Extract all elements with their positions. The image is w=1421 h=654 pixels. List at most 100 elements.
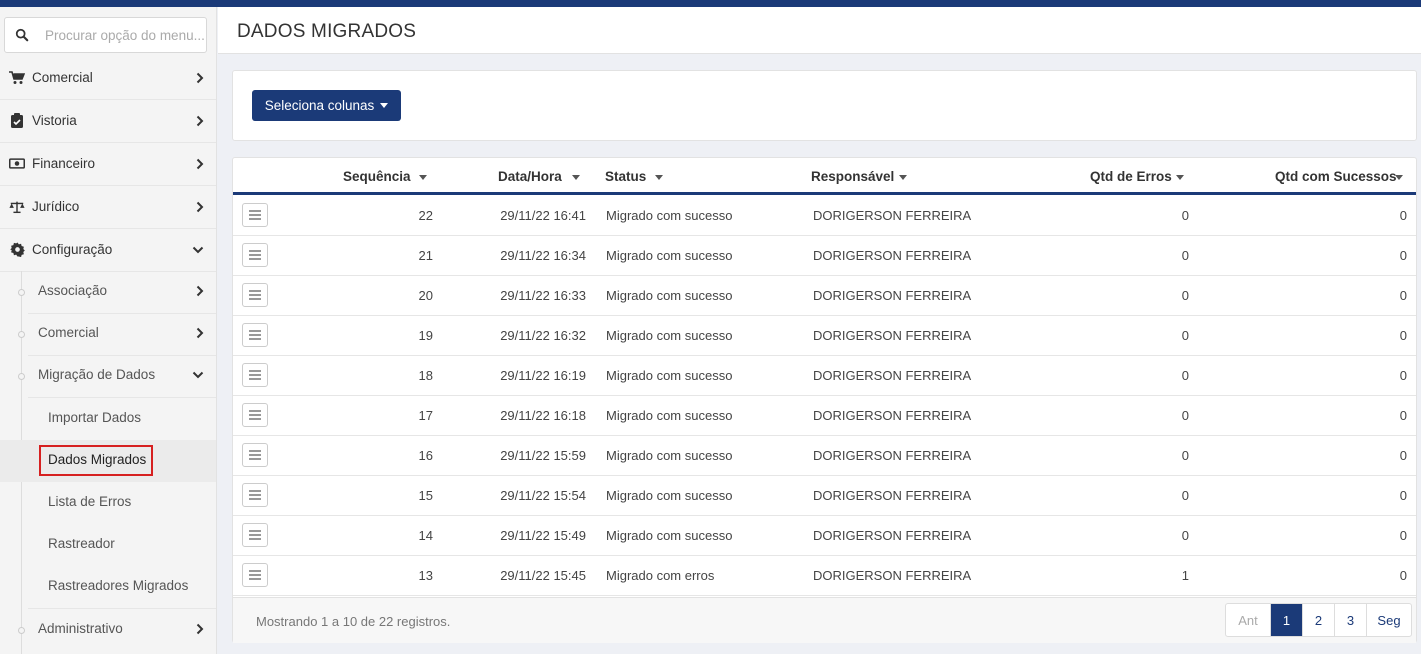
sidebar-item-label: Dados Migrados xyxy=(48,452,147,467)
cell-erros: 1 xyxy=(1181,568,1189,583)
column-header-sequencia[interactable]: Sequência xyxy=(343,169,411,184)
sidebar-item-label: Rastreador xyxy=(48,536,115,551)
pager-prev[interactable]: Ant xyxy=(1226,604,1270,636)
sidebar-item-label: Associação xyxy=(38,283,108,298)
sort-icon[interactable] xyxy=(1395,175,1403,180)
table-row: 13 29/11/22 15:45 Migrado com erros DORIGER… xyxy=(233,556,1416,596)
cell-datahora: 29/11/22 16:33 xyxy=(500,288,586,303)
sidebar-item-label: Vistoria xyxy=(32,113,77,128)
cell-responsavel: DORIGERSON FERREIRA xyxy=(813,488,972,503)
select-columns-button[interactable]: Seleciona colunas xyxy=(252,90,401,121)
cell-responsavel: DORIGERSON FERREIRA xyxy=(813,528,972,543)
cell-status: Migrado com sucesso xyxy=(606,248,733,263)
cell-datahora: 29/11/22 15:49 xyxy=(500,528,586,543)
sort-icon[interactable] xyxy=(655,175,663,180)
cell-sequencia: 14 xyxy=(418,528,433,543)
sidebar-item-label: Lista de Erros xyxy=(48,494,132,509)
cell-sequencia: 18 xyxy=(418,368,433,383)
sidebar-item-label: Comercial xyxy=(32,70,93,85)
row-menu-button[interactable] xyxy=(242,403,268,427)
tree-dot xyxy=(18,289,25,296)
cell-erros: 0 xyxy=(1181,368,1189,383)
page-title: DADOS MIGRADOS xyxy=(237,21,417,42)
row-menu-button[interactable] xyxy=(242,283,268,307)
chevron-right-icon xyxy=(196,285,204,297)
cell-sequencia: 22 xyxy=(418,208,433,223)
cell-responsavel: DORIGERSON FERREIRA xyxy=(813,568,972,583)
row-menu-button[interactable] xyxy=(242,203,268,227)
sidebar-item-configuracao[interactable]: Configuração xyxy=(0,228,216,271)
sidebar-item-comercial[interactable]: Comercial xyxy=(0,56,216,99)
pagination: Ant 1 2 3 Seg xyxy=(1225,603,1412,637)
cell-datahora: 29/11/22 16:18 xyxy=(500,408,586,423)
sidebar-item-financeiro[interactable]: Financeiro xyxy=(0,142,216,185)
cell-sequencia: 13 xyxy=(418,568,433,583)
row-menu-button[interactable] xyxy=(242,443,268,467)
tree-dot xyxy=(18,373,25,380)
sidebar-subitem-rastreador[interactable]: Rastreador xyxy=(0,524,216,566)
cell-datahora: 29/11/22 16:19 xyxy=(500,368,586,383)
search-input[interactable]: Procurar opção do menu... xyxy=(45,28,205,43)
cell-erros: 0 xyxy=(1181,248,1189,263)
row-menu-button[interactable] xyxy=(242,483,268,507)
toolbar-card: Seleciona colunas xyxy=(232,70,1417,141)
column-header-responsavel[interactable]: Responsável xyxy=(811,169,894,184)
sidebar-subitem-rastreadores-migrados[interactable]: Rastreadores Migrados xyxy=(0,566,216,608)
row-menu-button[interactable] xyxy=(242,363,268,387)
cell-status: Migrado com sucesso xyxy=(606,488,733,503)
row-menu-button[interactable] xyxy=(242,323,268,347)
cell-datahora: 29/11/22 16:34 xyxy=(500,248,586,263)
sort-icon[interactable] xyxy=(899,175,907,180)
chevron-right-icon xyxy=(196,72,204,83)
cell-datahora: 29/11/22 16:32 xyxy=(500,328,586,343)
pager-page-1[interactable]: 1 xyxy=(1270,604,1302,636)
sidebar-item-juridico[interactable]: Jurídico xyxy=(0,185,216,228)
row-menu-button[interactable] xyxy=(242,523,268,547)
sort-icon[interactable] xyxy=(572,175,580,180)
cell-status: Migrado com sucesso xyxy=(606,408,733,423)
sort-icon[interactable] xyxy=(1176,175,1184,180)
sort-icon[interactable] xyxy=(419,175,427,180)
row-menu-button[interactable] xyxy=(242,563,268,587)
pager-page-3[interactable]: 3 xyxy=(1334,604,1366,636)
sidebar-item-label: Comercial xyxy=(38,325,99,340)
sidebar-item-vistoria[interactable]: Vistoria xyxy=(0,99,216,142)
column-header-status[interactable]: Status xyxy=(605,169,646,184)
cell-erros: 0 xyxy=(1181,408,1189,423)
cell-sucessos: 0 xyxy=(1399,568,1407,583)
chevron-down-icon xyxy=(192,246,204,253)
top-accent-bar xyxy=(0,0,1421,7)
cart-icon xyxy=(9,70,25,86)
cell-responsavel: DORIGERSON FERREIRA xyxy=(813,208,972,223)
column-header-erros[interactable]: Qtd de Erros xyxy=(1090,169,1172,184)
cell-erros: 0 xyxy=(1181,488,1189,503)
cell-sucessos: 0 xyxy=(1399,448,1407,463)
cell-responsavel: DORIGERSON FERREIRA xyxy=(813,448,972,463)
gear-icon xyxy=(9,242,25,258)
cell-sucessos: 0 xyxy=(1399,328,1407,343)
cell-status: Migrado com sucesso xyxy=(606,328,733,343)
cell-erros: 0 xyxy=(1181,328,1189,343)
sidebar-subitem-administrativo[interactable]: Administrativo xyxy=(0,609,216,651)
row-menu-button[interactable] xyxy=(242,243,268,267)
column-header-datahora[interactable]: Data/Hora xyxy=(498,169,562,184)
sidebar-subitem-migracao[interactable]: Migração de Dados xyxy=(0,355,216,397)
pager-page-2[interactable]: 2 xyxy=(1302,604,1334,636)
select-columns-label: Seleciona colunas xyxy=(264,98,375,113)
cell-sequencia: 20 xyxy=(418,288,433,303)
sidebar-item-label: Importar Dados xyxy=(48,410,142,425)
pager-next[interactable]: Seg xyxy=(1366,604,1411,636)
cell-erros: 0 xyxy=(1181,208,1189,223)
sidebar-subitem-lista-erros[interactable]: Lista de Erros xyxy=(0,482,216,524)
cell-sucessos: 0 xyxy=(1399,528,1407,543)
sidebar-subitem-dados-migrados[interactable]: Dados Migrados xyxy=(0,440,216,482)
column-header-sucessos[interactable]: Qtd com Sucessos xyxy=(1275,169,1397,184)
chevron-down-icon xyxy=(192,371,204,379)
cell-sucessos: 0 xyxy=(1399,288,1407,303)
sidebar-subitem-comercial[interactable]: Comercial xyxy=(0,313,216,355)
table-row: 14 29/11/22 15:49 Migrado com sucesso DORIG… xyxy=(233,516,1416,556)
menu-search[interactable]: Procurar opção do menu... xyxy=(4,17,207,53)
sidebar-subitem-importar-dados[interactable]: Importar Dados xyxy=(0,398,216,440)
cell-erros: 0 xyxy=(1181,288,1189,303)
sidebar-subitem-associacao[interactable]: Associação xyxy=(0,271,216,313)
